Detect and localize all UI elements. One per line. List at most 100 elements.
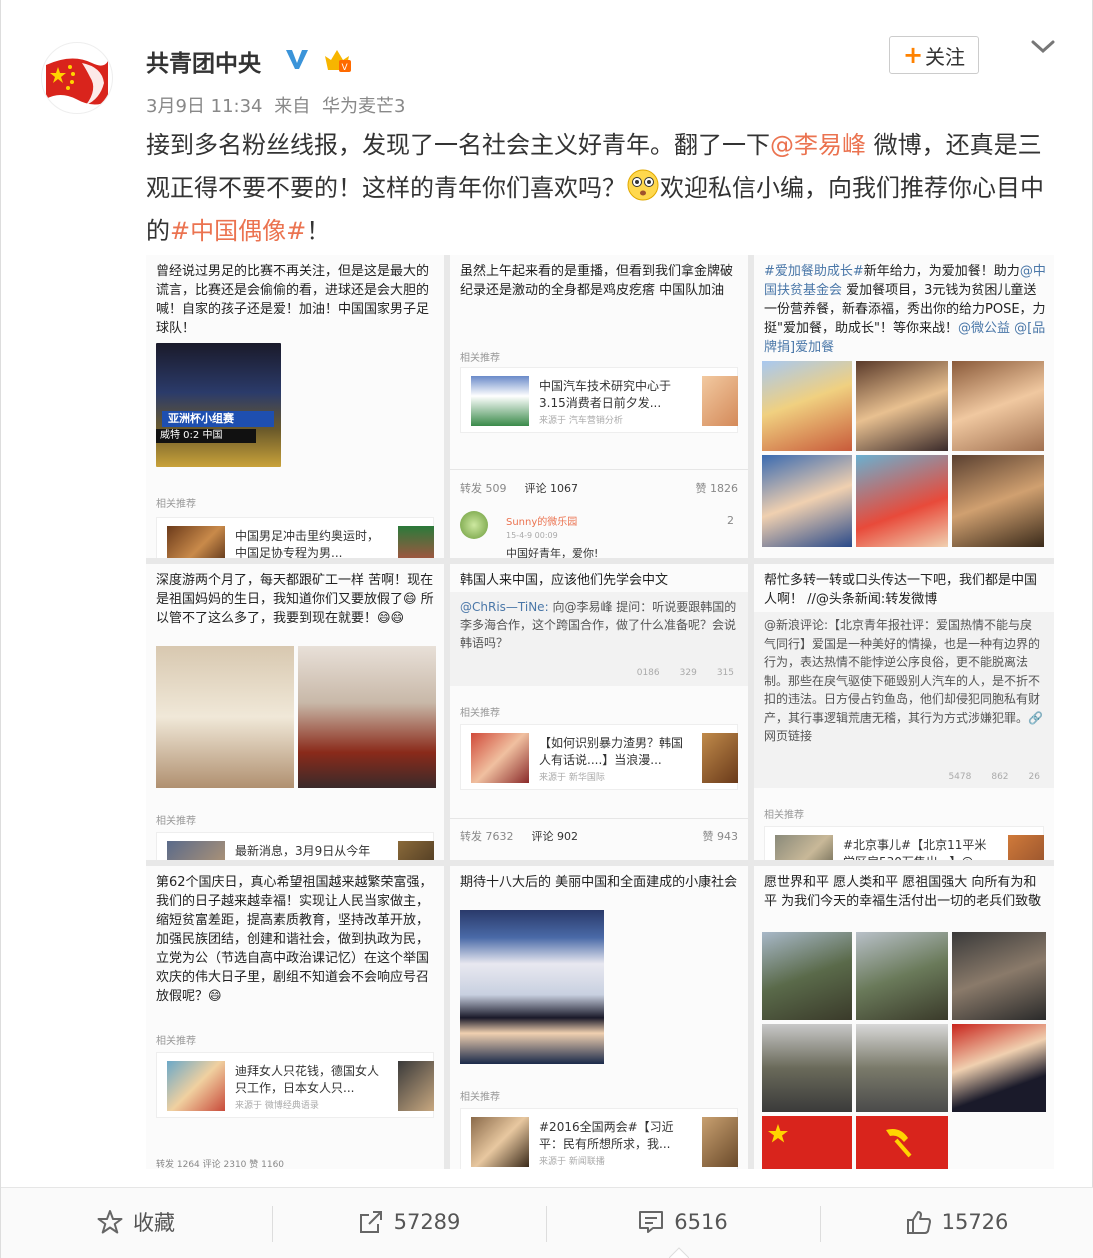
child-photo	[952, 361, 1044, 451]
favorite-button[interactable]: 收藏	[1, 1188, 271, 1256]
username[interactable]: 共青团中央	[146, 44, 261, 78]
rec-image	[471, 376, 529, 426]
leader-photo	[952, 1024, 1046, 1112]
hashtag-link[interactable]: #中国偶像#	[170, 217, 306, 245]
chevron-down-icon[interactable]	[1029, 36, 1057, 58]
like-count: 15726	[941, 1210, 1009, 1234]
rec-side-image	[398, 526, 434, 558]
rec-side-image	[702, 1117, 738, 1167]
rec-image	[167, 526, 225, 558]
divider	[450, 469, 748, 470]
action-bar: 收藏 57289 6516 15726	[1, 1187, 1093, 1258]
food-photo	[298, 646, 436, 788]
related-rec[interactable]: 【如何识别暴力渣男？韩国人有话说....】当浪漫... 来源于 新华国际	[460, 724, 738, 790]
comment-time: 15-4-9 00:09	[506, 531, 558, 540]
rec-label: 相关推荐	[156, 499, 196, 510]
rec-label: 相关推荐	[460, 353, 500, 364]
grid-image-3[interactable]: #爱加餐助成长#新年给力，为爱加餐！助力@中国扶贫基金会 爱加餐项目，3元钱为贫…	[754, 255, 1054, 558]
child-photo	[762, 361, 852, 451]
child-photo	[856, 455, 948, 547]
quote-like: 315	[716, 668, 734, 678]
crown-vip-icon[interactable]: V	[321, 46, 353, 74]
like-count: 赞 943	[702, 830, 739, 843]
rec-label: 相关推荐	[460, 708, 500, 719]
grid-image-7[interactable]: 第62个国庆日，真心希望祖国越来越繁荣富强，我们的日子越来越幸福！实现让人民当家…	[146, 866, 444, 1169]
veteran-photo	[762, 932, 852, 1020]
post-source[interactable]: 华为麦芒3	[322, 96, 405, 117]
quote-like: 26	[1028, 772, 1040, 782]
quote-repost: 5478	[948, 772, 972, 782]
rec-source: 来源于 新华国际	[539, 773, 605, 783]
repost-button[interactable]: 57289	[273, 1188, 545, 1256]
tile-text: 深度游两个月了，每天都跟矿工一样 苦啊！现在是祖国妈妈的生日，我知道你们又要放假…	[156, 573, 434, 626]
svg-text:V: V	[342, 63, 349, 73]
rec-title: 中国汽车技术研究中心于3.15消费者日前夕发...	[539, 379, 672, 410]
like-button[interactable]: 15726	[821, 1188, 1093, 1256]
star-icon	[97, 1210, 123, 1234]
quote-comment: 862	[991, 772, 1009, 782]
related-rec[interactable]: 迪拜女人只花钱，德国女人只工作，日本女人只... 来源于 微博经典语录	[156, 1052, 434, 1118]
rec-side-image	[702, 733, 738, 783]
rec-title: 中国男足冲击里约奥运时，中国足协专程为男...	[235, 529, 380, 558]
repost-count: 57289	[393, 1210, 461, 1234]
related-rec[interactable]: 最新消息，3月9日从今年	[156, 832, 434, 860]
rec-source: 来源于 微博经典语录	[235, 1101, 319, 1111]
grid-image-4[interactable]: 深度游两个月了，每天都跟矿工一样 苦啊！现在是祖国妈妈的生日，我知道你们又要放假…	[146, 564, 444, 860]
like-count: 赞 1826	[695, 482, 739, 495]
commenter-name: Sunny的微乐园	[506, 517, 578, 528]
related-rec[interactable]: #2016全国两会#【习近平：民有所想所求，我... 来源于 新闻联播	[460, 1108, 738, 1169]
tile-text: #爱加餐助成长#新年给力，为爱加餐！助力@中国扶贫基金会 爱加餐项目，3元钱为贫…	[754, 255, 1054, 357]
related-rec[interactable]: 中国男足冲击里约奥运时，中国足协专程为男...	[156, 517, 434, 558]
grid-image-8[interactable]: 期待十八大后的 美丽中国和全面建成的小康社会 相关推荐 #2016全国两会#【习…	[450, 866, 748, 1169]
basketball-photo	[156, 646, 294, 788]
follow-label: 关注	[925, 44, 966, 69]
post-text-part: ！	[306, 217, 331, 245]
football-thumb: 亚洲杯小组赛 威特 0:2 中国	[156, 343, 281, 467]
grid-image-1[interactable]: 曾经说过男足的比赛不再关注，但是这是最大的谎言，比赛还是会偷偷的看，进球还是会大…	[146, 255, 444, 558]
rec-source: 来源于 汽车营销分析	[539, 416, 623, 426]
comment-count: 6516	[674, 1210, 728, 1234]
rec-side-image	[702, 376, 738, 426]
rec-image	[471, 1117, 529, 1167]
tile-text: 曾经说过男足的比赛不再关注，但是这是最大的谎言，比赛还是会偷偷的看，进球还是会大…	[156, 264, 430, 336]
rec-side-image	[398, 1061, 434, 1111]
flag-photo	[762, 1116, 852, 1169]
grid-image-5[interactable]: 韩国人来中国，应该他们先学会中文 @ChRis—TiNe: 向@李易峰 提问：听…	[450, 564, 748, 860]
post-time[interactable]: 3月9日 11:34	[146, 96, 263, 117]
quoted-post: @新浪评论:【北京青年报社评：爱国热情不能与戾气同行】爱国是一种美好的情操，也是…	[754, 612, 1054, 788]
tile-stats: 转发 7632 评论 902 赞 943	[460, 828, 738, 844]
veteran-photo	[952, 932, 1046, 1020]
quote-text: @新浪评论:【北京青年报社评：爱国热情不能与戾气同行】爱国是一种美好的情操，也是…	[764, 618, 1043, 743]
divider	[450, 818, 748, 819]
thumbs-up-icon	[906, 1211, 931, 1234]
tank-photo	[856, 1024, 948, 1112]
veteran-photo	[856, 932, 948, 1020]
rec-image	[167, 1061, 225, 1111]
hashtag: #爱加餐助成长#	[764, 264, 864, 279]
mention-link[interactable]: @李易峰	[770, 131, 866, 159]
comment-icon	[639, 1211, 664, 1233]
tile-text: 愿世界和平 愿人类和平 愿祖国强大 向所有为和平 为我们今天的幸福生活付出一切的…	[764, 875, 1042, 909]
related-rec[interactable]: #北京事儿#【北京11平米学区房530万售出...】@...	[764, 826, 1044, 860]
tank-photo	[762, 1024, 852, 1112]
follow-button[interactable]: + 关注	[889, 36, 979, 74]
related-rec[interactable]: 中国汽车技术研究中心于3.15消费者日前夕发... 来源于 汽车营销分析	[460, 367, 738, 433]
avatar[interactable]	[41, 42, 113, 114]
comment-likes: 2	[727, 514, 734, 527]
tile-text: 第62个国庆日，真心希望祖国越来越繁荣富强，我们的日子越来越幸福！实现让人民当家…	[156, 875, 433, 1004]
rec-title: 最新消息，3月9日从今年	[235, 844, 371, 858]
grid-image-9[interactable]: 愿世界和平 愿人类和平 愿祖国强大 向所有为和平 为我们今天的幸福生活付出一切的…	[754, 866, 1054, 1169]
quoted-post: @ChRis—TiNe: 向@李易峰 提问：听说要跟韩国的李多海合作，这个跨国合…	[450, 592, 748, 686]
repost-count: 转发 7632	[460, 830, 514, 843]
quote-comment: 329	[679, 668, 697, 678]
mention: @微公益	[957, 321, 1010, 336]
rec-label: 相关推荐	[156, 1036, 196, 1047]
grid-image-6[interactable]: 帮忙多转一转或口头传达一下吧，我们都是中国人啊！ //@头条新闻:转发微博 @新…	[754, 564, 1054, 860]
leader-photo	[460, 910, 604, 1064]
rec-title: 迪拜女人只花钱，德国女人只工作，日本女人只...	[235, 1064, 380, 1095]
rec-side-image	[398, 841, 434, 860]
grid-image-2[interactable]: 虽然上午起来看的是重播，但看到我们拿金牌破纪录还是激动的全身都是鸡皮疙瘩 中国队…	[450, 255, 748, 558]
quote-stats: 5478 862 26	[948, 772, 1040, 782]
from-prefix: 来自	[274, 96, 311, 117]
thumb-score: 威特 0:2 中国	[156, 429, 256, 443]
